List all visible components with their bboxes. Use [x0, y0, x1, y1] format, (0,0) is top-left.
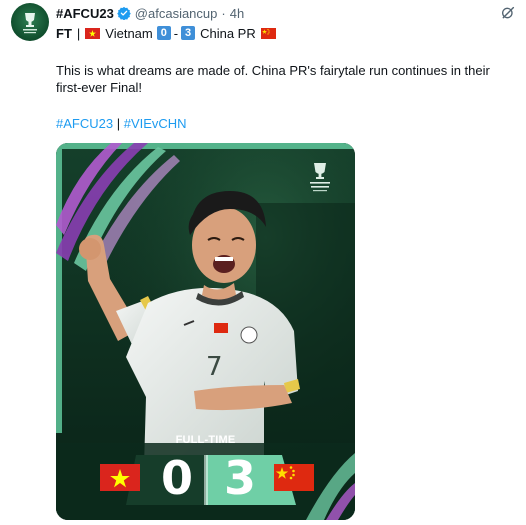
separator-dot: ·	[221, 5, 226, 21]
media-image[interactable]: 7 FULL-TIME 0 3	[56, 143, 355, 520]
hashtags: #AFCU23 | #VIEvCHN	[56, 116, 187, 131]
avatar[interactable]	[11, 3, 49, 41]
handle[interactable]: @afcasiancup	[135, 6, 218, 21]
display-name[interactable]: #AFCU23	[56, 6, 114, 21]
fixture-line: FT | Vietnam 0 - 3 China PR	[56, 24, 276, 42]
tweet-text: This is what dreams are made of. China P…	[56, 63, 490, 95]
timestamp[interactable]: 4h	[230, 6, 244, 21]
fixture-divider: |	[76, 25, 81, 41]
away-team-name: China PR	[200, 25, 256, 41]
home-score: 0	[161, 451, 194, 505]
away-score-keycap: 3	[181, 26, 196, 40]
verified-badge-icon	[117, 6, 131, 20]
full-time-label: FULL-TIME	[175, 434, 236, 446]
svg-text:7: 7	[206, 352, 223, 382]
hashtag-divider: |	[116, 116, 121, 131]
score-dash: -	[173, 25, 179, 41]
hashtag-link[interactable]: #VIEvCHN	[124, 116, 187, 131]
away-score: 3	[224, 451, 257, 505]
fixture-status: FT	[56, 25, 72, 41]
china-flag-icon	[274, 464, 314, 491]
vietnam-flag-icon	[100, 464, 140, 491]
china-flag-icon	[260, 27, 276, 39]
home-score-keycap: 0	[156, 26, 171, 40]
tweet-header: #AFCU23 @afcasiancup · 4h	[56, 4, 244, 22]
vietnam-flag-icon	[85, 27, 101, 39]
grok-icon[interactable]	[500, 5, 516, 21]
home-team-name: Vietnam	[105, 25, 153, 41]
player-celebration-image: 7	[56, 143, 355, 520]
hashtag-link[interactable]: #AFCU23	[56, 116, 113, 131]
afc-trophy-logo-icon	[23, 13, 37, 34]
